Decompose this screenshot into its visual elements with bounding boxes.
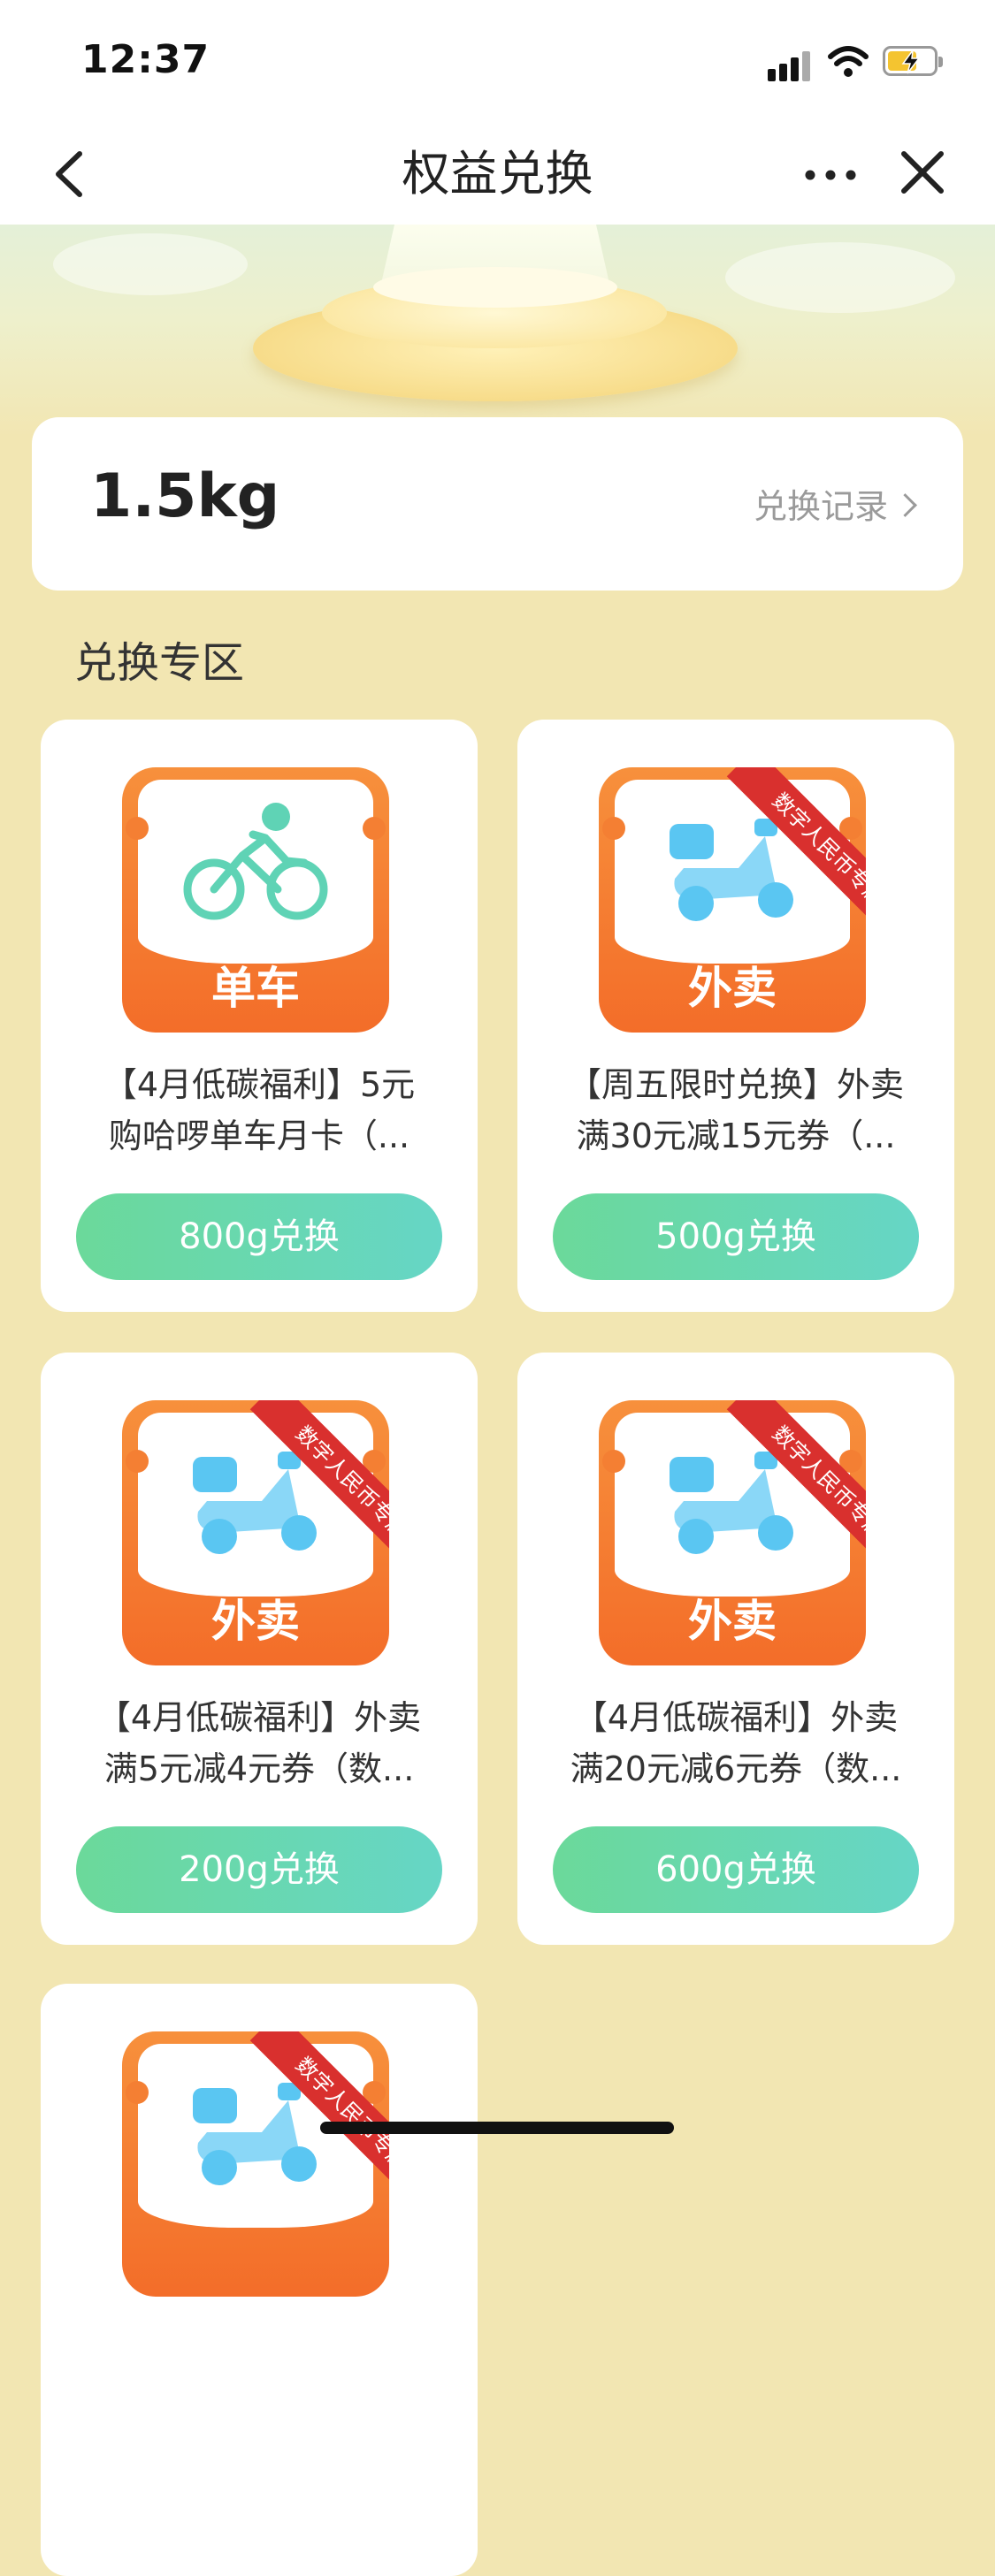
product-title: 【4月低碳福利】外卖 满20元减6元券（数... bbox=[570, 1698, 902, 1788]
bike-card-image: 单车 bbox=[122, 767, 389, 1033]
home-indicator bbox=[320, 2122, 674, 2134]
wifi-icon bbox=[828, 46, 869, 77]
card-caption: 外卖 bbox=[688, 1596, 777, 1647]
product-title: 【4月低碳福利】5元 购哈啰单车月卡（... bbox=[103, 1065, 416, 1155]
exchange-records-label: 兑换记录 bbox=[753, 487, 888, 526]
hero-banner bbox=[0, 225, 995, 437]
product-title: 【4月低碳福利】外卖 满5元减4元券（数... bbox=[96, 1698, 422, 1788]
nav-bar: 权益兑换 bbox=[0, 124, 995, 225]
bicycle-icon bbox=[183, 803, 328, 920]
balance-card: 1.5kg 兑换记录 bbox=[32, 417, 963, 591]
card-caption: 外卖 bbox=[211, 1596, 300, 1647]
back-chevron-icon[interactable] bbox=[46, 147, 96, 202]
product-card[interactable]: 外卖 数字人民币专属 【4月低碳福利】外卖 满5元减4元券（数... 200g兑… bbox=[41, 1353, 478, 1945]
chevron-right-icon bbox=[893, 493, 917, 517]
product-title: 【周五限时兑换】外卖 满30元减15元券（... bbox=[567, 1065, 904, 1155]
takeout-card-image: 外卖 数字人民币专属 bbox=[599, 767, 866, 1033]
section-title: 兑换专区 bbox=[74, 638, 245, 688]
exchange-button[interactable]: 800g兑换 bbox=[76, 1193, 442, 1280]
battery-icon bbox=[883, 46, 943, 76]
status-bar: 12:37 bbox=[0, 0, 995, 124]
more-dots-icon[interactable] bbox=[801, 156, 860, 194]
exchange-button[interactable]: 600g兑换 bbox=[553, 1826, 919, 1913]
takeout-card-image: 外卖 数字人民币专属 bbox=[122, 1400, 389, 1665]
exchange-button[interactable]: 500g兑换 bbox=[553, 1193, 919, 1280]
product-card[interactable]: 外卖 数字人民币专属 【周五限时兑换】外卖 满30元减15元券（... 500g… bbox=[517, 720, 954, 1312]
takeout-card-image: 外卖 数字人民币专属 bbox=[599, 1400, 866, 1665]
product-card[interactable]: 外卖 数字人民币专属 【4月低碳福利】外卖 满20元减6元券（数... 600g… bbox=[517, 1353, 954, 1945]
card-caption: 外卖 bbox=[688, 963, 777, 1014]
close-icon[interactable] bbox=[895, 145, 950, 200]
status-time: 12:37 bbox=[81, 37, 210, 82]
product-card[interactable]: 数字人民币专属 bbox=[41, 1984, 478, 2576]
exchange-button[interactable]: 200g兑换 bbox=[76, 1826, 442, 1913]
takeout-card-image: 数字人民币专属 bbox=[122, 2031, 389, 2297]
signal-icon bbox=[768, 50, 815, 81]
card-caption: 单车 bbox=[211, 963, 300, 1014]
carbon-balance: 1.5kg bbox=[90, 461, 280, 531]
product-card[interactable]: 单车 【4月低碳福利】5元 购哈啰单车月卡（... 800g兑换 bbox=[41, 720, 478, 1312]
exchange-records-link[interactable]: 兑换记录 bbox=[753, 479, 917, 528]
